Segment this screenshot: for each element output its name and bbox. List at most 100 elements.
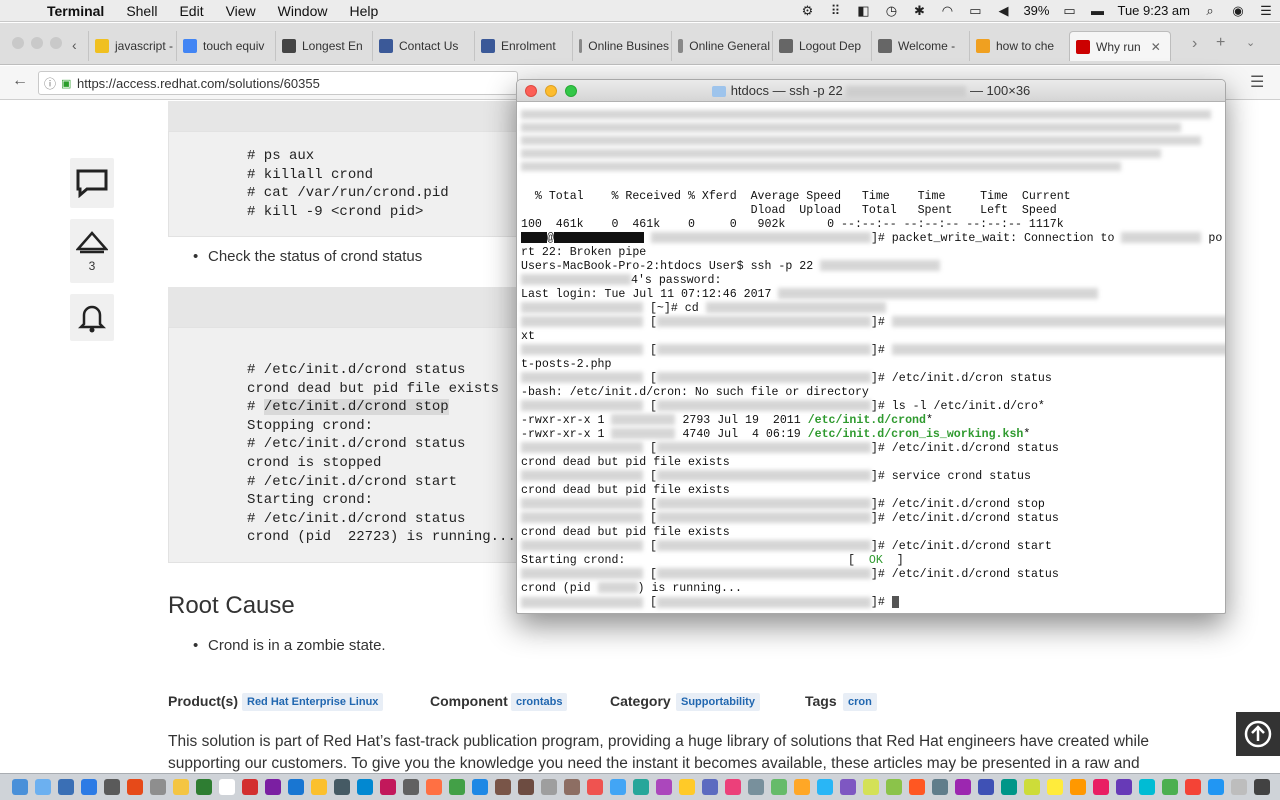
browser-tab[interactable]: Enrolment — [474, 31, 570, 61]
dock-app-icon[interactable] — [58, 779, 74, 795]
bluetooth-icon[interactable]: ✱ — [905, 3, 933, 19]
terminal-cursor[interactable] — [891, 596, 899, 608]
terminal-title-bar[interactable]: htdocs — ssh -p 22 — 100×36 — [517, 80, 1225, 102]
menu-view[interactable]: View — [215, 3, 267, 19]
dock-app-icon[interactable] — [840, 779, 856, 795]
notify-button[interactable] — [70, 294, 114, 341]
window-zoom-button[interactable] — [50, 37, 62, 49]
browser-tab[interactable]: Online Busines — [572, 31, 669, 61]
url-text[interactable]: https://access.redhat.com/solutions/6035… — [77, 76, 320, 91]
dock-app-icon[interactable] — [1139, 779, 1155, 795]
url-bar[interactable]: ⓘ ▣ https://access.redhat.com/solutions/… — [38, 71, 518, 95]
battery-icon[interactable]: ▭ — [1055, 3, 1083, 19]
dock-app-icon[interactable] — [1208, 779, 1224, 795]
dock-app-icon[interactable] — [541, 779, 557, 795]
tab-scroll-left-icon[interactable]: ‹ — [72, 37, 77, 53]
browser-tab[interactable]: touch equiv — [176, 31, 273, 61]
dock-app-icon[interactable] — [173, 779, 189, 795]
new-tab-icon[interactable]: + — [1216, 34, 1225, 52]
dock-app-icon[interactable] — [357, 779, 373, 795]
dock-app-icon[interactable] — [265, 779, 281, 795]
dock-app-icon[interactable] — [1254, 779, 1270, 795]
dock-app-icon[interactable] — [794, 779, 810, 795]
dock-app-icon[interactable] — [932, 779, 948, 795]
dock-app-icon[interactable] — [495, 779, 511, 795]
dock-app-icon[interactable] — [909, 779, 925, 795]
dock-app-icon[interactable] — [1185, 779, 1201, 795]
dock-app-icon[interactable] — [150, 779, 166, 795]
component-badge[interactable]: crontabs — [511, 693, 568, 711]
dock-app-icon[interactable] — [1047, 779, 1063, 795]
dock-app-icon[interactable] — [1116, 779, 1132, 795]
dock-app-icon[interactable] — [518, 779, 534, 795]
wifi-icon[interactable]: ◠ — [933, 3, 961, 19]
dock-app-icon[interactable] — [219, 779, 235, 795]
battery-percent[interactable]: 39% — [1017, 3, 1055, 18]
script-editor-icon[interactable]: ⚙ — [793, 3, 821, 19]
dock-app-icon[interactable] — [978, 779, 994, 795]
dock-app-icon[interactable] — [104, 779, 120, 795]
browser-tab[interactable]: Contact Us — [372, 31, 472, 61]
site-info-icon[interactable]: ⓘ — [39, 75, 61, 92]
terminal-zoom-button[interactable] — [565, 85, 577, 97]
dock-app-icon[interactable] — [35, 779, 51, 795]
menu-window[interactable]: Window — [267, 3, 339, 19]
dock-app-icon[interactable] — [679, 779, 695, 795]
dock-app-icon[interactable] — [725, 779, 741, 795]
dock-app-icon[interactable] — [242, 779, 258, 795]
like-button[interactable]: 3 — [70, 219, 114, 283]
dock-app-icon[interactable] — [656, 779, 672, 795]
tab-list-icon[interactable]: ⌄ — [1246, 36, 1255, 49]
dock-app-icon[interactable] — [610, 779, 626, 795]
dock-app-icon[interactable] — [334, 779, 350, 795]
dock-app-icon[interactable] — [702, 779, 718, 795]
dock-app-icon[interactable] — [81, 779, 97, 795]
tab-close-icon[interactable]: ✕ — [1151, 40, 1161, 54]
tag-badge[interactable]: cron — [843, 693, 877, 711]
dock-app-icon[interactable] — [863, 779, 879, 795]
menu-shell[interactable]: Shell — [115, 3, 168, 19]
dock-app-icon[interactable] — [426, 779, 442, 795]
browser-tab[interactable]: how to che — [969, 31, 1067, 61]
browser-tab[interactable]: Why run ✕ — [1069, 31, 1171, 61]
dock-app-icon[interactable] — [564, 779, 580, 795]
dock-app-icon[interactable] — [311, 779, 327, 795]
window-close-button[interactable] — [12, 37, 24, 49]
scroll-to-top-button[interactable] — [1236, 712, 1280, 756]
browser-tab[interactable]: Online General — [671, 31, 770, 61]
dock-app-icon[interactable] — [1070, 779, 1086, 795]
menu-help[interactable]: Help — [338, 3, 389, 19]
dock-app-icon[interactable] — [817, 779, 833, 795]
browser-tab[interactable]: Longest En — [275, 31, 370, 61]
tab-scroll-right-icon[interactable]: › — [1192, 35, 1197, 53]
menu-app-name[interactable]: Terminal — [36, 3, 115, 19]
window-minimize-button[interactable] — [31, 37, 43, 49]
hamburger-menu-icon[interactable]: ☰ — [1250, 72, 1264, 92]
volume-icon[interactable]: ◀ — [989, 3, 1017, 19]
menu-edit[interactable]: Edit — [168, 3, 214, 19]
spotlight-search-icon[interactable]: ⌕ — [1196, 3, 1224, 19]
flag-icon[interactable]: ▬ — [1083, 3, 1111, 18]
dock-app-icon[interactable] — [633, 779, 649, 795]
browser-tab[interactable]: Logout Dep — [772, 31, 869, 61]
comment-button[interactable] — [70, 158, 114, 208]
back-icon[interactable]: ← — [12, 72, 28, 90]
grid-icon[interactable]: ⠿ — [821, 3, 849, 19]
time-machine-icon[interactable]: ◷ — [877, 3, 905, 19]
dock-app-icon[interactable] — [1093, 779, 1109, 795]
dock-app-icon[interactable] — [1024, 779, 1040, 795]
category-badge[interactable]: Supportability — [676, 693, 760, 711]
dock-app-icon[interactable] — [127, 779, 143, 795]
siri-icon[interactable]: ◉ — [1224, 3, 1252, 19]
clock[interactable]: Tue 9:23 am — [1111, 3, 1196, 18]
dock-app-icon[interactable] — [380, 779, 396, 795]
product-badge[interactable]: Red Hat Enterprise Linux — [242, 693, 384, 711]
dock-app-icon[interactable] — [1231, 779, 1247, 795]
dock-app-icon[interactable] — [955, 779, 971, 795]
dock-app-icon[interactable] — [12, 779, 28, 795]
airplay-icon[interactable]: ▭ — [961, 3, 989, 19]
dock-app-icon[interactable] — [587, 779, 603, 795]
browser-tab[interactable]: Welcome - — [871, 31, 967, 61]
dock-app-icon[interactable] — [288, 779, 304, 795]
notification-center-icon[interactable]: ☰ — [1252, 3, 1280, 19]
